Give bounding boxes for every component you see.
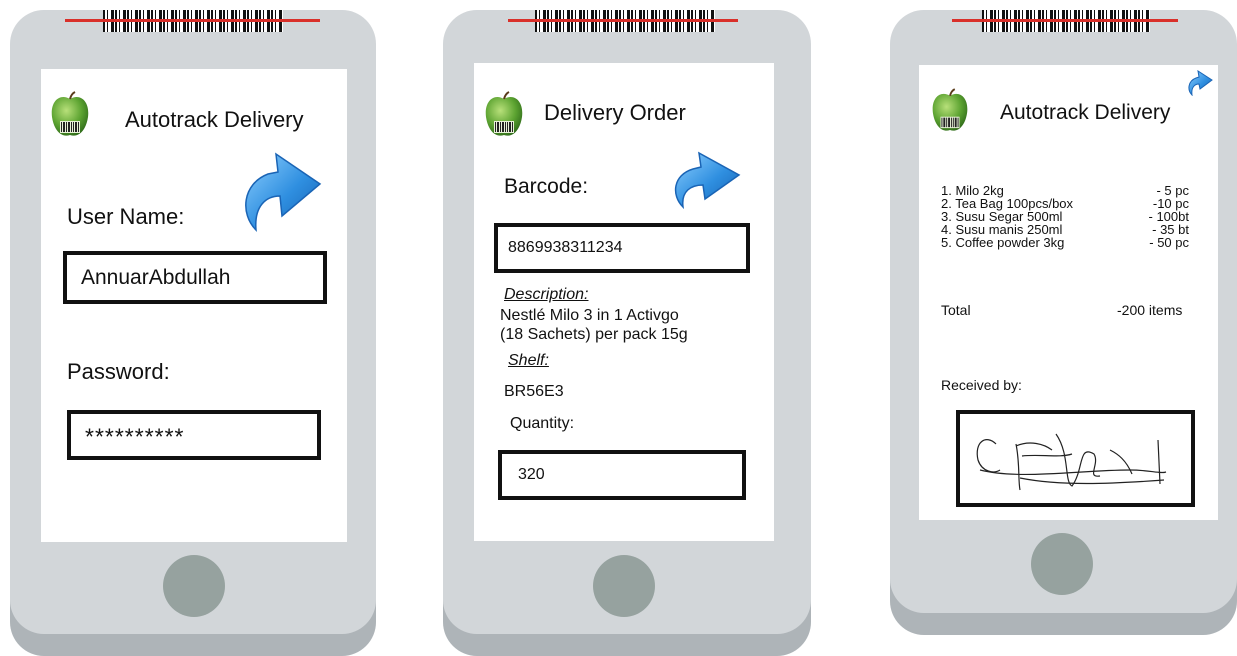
receipt-screen: Autotrack Delivery 1. Milo 2kg - 5 pc 2. …: [919, 65, 1218, 520]
list-item: 5. Coffee powder 3kg - 50 pc: [941, 235, 1189, 250]
phone-delivery-order: Delivery Order Barcode: 8869938311234 De…: [443, 10, 811, 656]
password-value: **********: [85, 423, 185, 450]
barcode-field[interactable]: 8869938311234: [494, 223, 750, 273]
phone-login: Autotrack Delivery User Name: AnnuarAbdu…: [10, 10, 376, 656]
scanner-laser: [508, 19, 738, 22]
next-arrow-icon[interactable]: [238, 144, 324, 234]
username-label: User Name:: [67, 204, 185, 229]
home-button[interactable]: [163, 555, 225, 617]
shelf-label: Shelf:: [508, 352, 549, 369]
quantity-field[interactable]: 320: [498, 450, 746, 500]
password-field[interactable]: **********: [67, 410, 321, 460]
phone-receipt: Autotrack Delivery 1. Milo 2kg - 5 pc 2. …: [890, 10, 1237, 635]
item-list: 1. Milo 2kg - 5 pc 2. Tea Bag 100pcs/box -…: [941, 183, 1189, 263]
total-label: Total: [941, 302, 971, 318]
delivery-order-screen: Delivery Order Barcode: 8869938311234 De…: [474, 63, 774, 541]
next-arrow-icon[interactable]: [669, 149, 741, 209]
next-arrow-icon[interactable]: [1187, 70, 1213, 96]
home-button[interactable]: [1031, 533, 1093, 595]
item-name: 5. Coffee powder 3kg: [941, 235, 1065, 250]
item-qty: - 50 pc: [1149, 235, 1189, 250]
total-value: -200 items: [1117, 302, 1183, 318]
quantity-label: Quantity:: [510, 415, 575, 432]
scanner-laser: [952, 19, 1178, 22]
app-logo-icon: [51, 91, 89, 136]
app-logo-icon: [485, 91, 523, 136]
description-label: Description:: [504, 286, 589, 303]
screen-title: Delivery Order: [544, 100, 686, 125]
description-line-2: (18 Sachets) per pack 15g: [500, 326, 688, 343]
home-button[interactable]: [593, 555, 655, 617]
signature-image: [976, 433, 1167, 491]
barcode-label: Barcode:: [504, 175, 589, 198]
signature-box[interactable]: [956, 410, 1195, 507]
password-label: Password:: [67, 359, 170, 384]
barcode-value: 8869938311234: [508, 239, 623, 256]
received-by-label: Received by:: [941, 377, 1022, 393]
username-field[interactable]: AnnuarAbdullah: [63, 251, 327, 304]
app-title: Autotrack Delivery: [125, 107, 304, 132]
scanner-laser: [65, 19, 320, 22]
app-logo-icon: [932, 88, 968, 131]
app-title: Autotrack Delivery: [1000, 101, 1171, 124]
login-screen: Autotrack Delivery User Name: AnnuarAbdu…: [41, 69, 347, 542]
quantity-value: 320: [518, 466, 545, 483]
username-value: AnnuarAbdullah: [81, 265, 231, 289]
shelf-value: BR56E3: [504, 383, 564, 400]
description-line-1: Nestlé Milo 3 in 1 Activgo: [500, 307, 679, 324]
